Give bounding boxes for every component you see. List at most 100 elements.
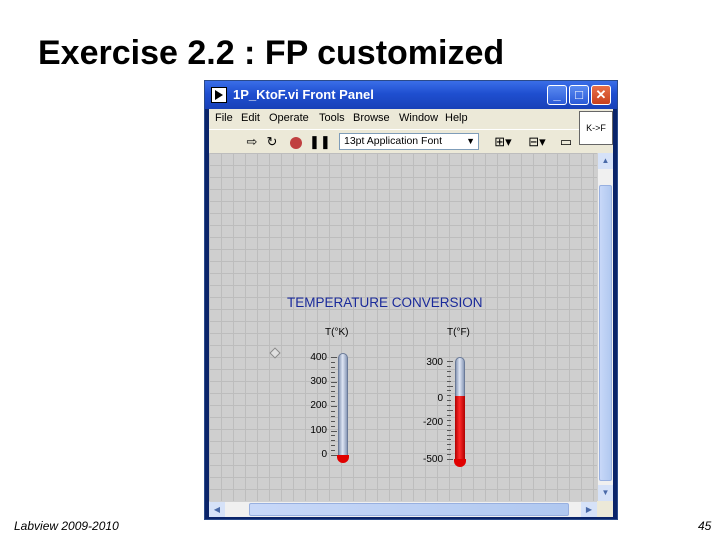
scale-tick [447, 386, 453, 387]
kelvin-tick-label: 200 [310, 400, 327, 411]
kelvin-thermometer[interactable] [338, 353, 348, 457]
fahrenheit-tick-label: 0 [437, 393, 443, 404]
kelvin-tick-label: 300 [310, 376, 327, 387]
window-title: 1P_KtoF.vi Front Panel [233, 87, 374, 102]
scale-tick [331, 386, 335, 387]
scale-tick [447, 454, 451, 455]
fahrenheit-tick-label: 300 [426, 357, 443, 368]
vi-icon[interactable]: K->F [579, 111, 613, 145]
scale-tick [331, 391, 335, 392]
kelvin-tick-label: 0 [321, 449, 327, 460]
scale-tick [447, 405, 451, 406]
kelvin-tick-label: 100 [310, 425, 327, 436]
scale-tick [447, 449, 451, 450]
distribute-objects-icon[interactable]: ⊟▾ [523, 133, 551, 151]
scale-tick [331, 421, 335, 422]
labview-app-icon[interactable] [211, 87, 227, 103]
fahrenheit-scale-ticks [447, 361, 453, 460]
minimize-button[interactable]: _ [547, 85, 567, 105]
scale-tick [331, 435, 335, 436]
scale-tick [447, 381, 451, 382]
maximize-button[interactable]: □ [569, 85, 589, 105]
toolbar: ⇨ ↻ ❚❚ 13pt Application Font ▼ ⊞▾ ⊟▾ ▭ [209, 129, 613, 153]
scale-tick [447, 361, 453, 362]
scale-tick [331, 401, 335, 402]
slide-title: Exercise 2.2 : FP customized [38, 34, 505, 72]
menu-help[interactable]: Help [445, 112, 468, 124]
kelvin-tick-label: 400 [310, 352, 327, 363]
menu-browse[interactable]: Browse [353, 112, 390, 124]
font-selector[interactable]: 13pt Application Font ▼ [339, 133, 479, 150]
fahrenheit-label: T(°F) [447, 327, 470, 338]
fahrenheit-tick-label: -200 [422, 417, 443, 428]
scale-tick [447, 415, 451, 416]
align-objects-icon[interactable]: ⊞▾ [489, 133, 517, 151]
kelvin-bulb [337, 455, 349, 463]
horizontal-scrollbar[interactable]: ◀ ▶ [209, 501, 597, 517]
scale-tick [331, 416, 335, 417]
scale-tick [447, 395, 451, 396]
scale-tick [331, 426, 335, 427]
scale-tick [447, 400, 451, 401]
kelvin-label: T(°K) [325, 327, 349, 338]
scale-tick [331, 372, 335, 373]
page-number: 45 [698, 519, 712, 533]
close-button[interactable]: ✕ [591, 85, 611, 105]
scale-tick [331, 406, 337, 407]
scale-tick [447, 410, 453, 411]
scale-tick [447, 366, 451, 367]
scale-tick [331, 396, 335, 397]
scale-tick [331, 362, 335, 363]
scale-tick [331, 450, 335, 451]
scale-tick [447, 420, 451, 421]
scale-tick [331, 431, 337, 432]
fahrenheit-level-fill [455, 396, 465, 461]
scale-tick [447, 444, 451, 445]
footer-course-label: Labview 2009-2010 [14, 519, 119, 533]
scroll-down-icon[interactable]: ▼ [598, 485, 613, 501]
scale-tick [447, 390, 451, 391]
scale-tick [447, 425, 451, 426]
scale-tick [331, 411, 335, 412]
scroll-left-icon[interactable]: ◀ [209, 502, 225, 517]
scale-tick [447, 371, 451, 372]
fahrenheit-tick-label: -500 [422, 454, 443, 465]
scale-tick [447, 376, 451, 377]
front-panel-window: 1P_KtoF.vi Front Panel _ □ ✕ File Edit O… [204, 80, 618, 520]
scrollbar-corner [597, 501, 613, 517]
front-panel-canvas[interactable]: TEMPERATURE CONVERSION T(°K) 400 300 200… [209, 153, 597, 501]
scale-tick [331, 382, 337, 383]
scale-tick [447, 439, 451, 440]
window-titlebar[interactable]: 1P_KtoF.vi Front Panel _ □ ✕ [205, 81, 617, 109]
scroll-right-icon[interactable]: ▶ [581, 502, 597, 517]
scale-tick [331, 357, 337, 358]
scale-tick [447, 459, 453, 460]
menu-operate[interactable]: Operate [269, 112, 309, 124]
menu-bar: File Edit Operate Tools Browse Window He… [209, 109, 613, 129]
kelvin-scale-ticks [331, 357, 337, 456]
font-selector-value: 13pt Application Font [344, 135, 443, 147]
diamond-marker-icon [269, 347, 281, 359]
scale-tick [447, 430, 451, 431]
scale-tick [331, 377, 335, 378]
horizontal-scroll-thumb[interactable] [249, 503, 569, 516]
menu-window[interactable]: Window [399, 112, 438, 124]
scroll-up-icon[interactable]: ▲ [598, 153, 613, 169]
chevron-down-icon: ▼ [466, 136, 475, 146]
menu-edit[interactable]: Edit [241, 112, 260, 124]
resize-objects-icon[interactable]: ▭ [555, 133, 577, 151]
vertical-scroll-thumb[interactable] [599, 185, 612, 481]
menu-file[interactable]: File [215, 112, 233, 124]
fahrenheit-bulb [454, 459, 466, 467]
scale-tick [447, 435, 453, 436]
panel-heading: TEMPERATURE CONVERSION [287, 295, 483, 310]
run-arrow-icon[interactable]: ⇨ [243, 133, 261, 151]
scale-tick [331, 440, 335, 441]
scale-tick [331, 367, 335, 368]
pause-icon[interactable]: ❚❚ [309, 133, 331, 151]
run-continuously-icon[interactable]: ↻ [263, 133, 281, 151]
scale-tick [331, 445, 335, 446]
vertical-scrollbar[interactable]: ▲ ▼ [597, 153, 613, 501]
abort-icon[interactable] [287, 133, 305, 151]
menu-tools[interactable]: Tools [319, 112, 345, 124]
